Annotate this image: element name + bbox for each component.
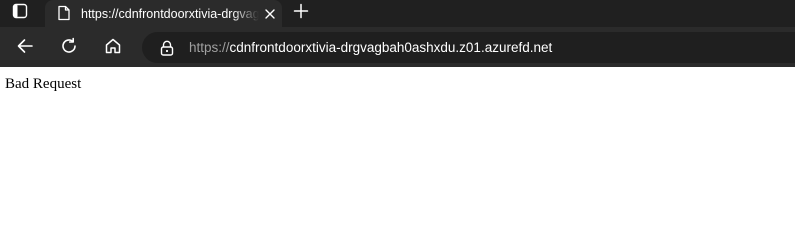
home-icon: [104, 37, 122, 60]
browser-window: https://cdnfrontdoorxtivia-drgvagbah0ash…: [0, 0, 795, 251]
url-host: cdnfrontdoorxtivia-drgvagbah0ashxdu.z01.…: [229, 40, 553, 55]
tab-actions-button[interactable]: [4, 2, 36, 25]
lock-icon[interactable]: [159, 39, 175, 57]
close-icon[interactable]: [261, 5, 279, 23]
back-arrow-icon: [16, 37, 34, 60]
address-bar[interactable]: https://cdnfrontdoorxtivia-drgvagbah0ash…: [142, 32, 795, 63]
url-scheme: https://: [189, 40, 230, 55]
home-button[interactable]: [100, 35, 126, 61]
plus-icon: [293, 3, 309, 24]
reload-icon: [60, 37, 78, 60]
tab-active[interactable]: https://cdnfrontdoorxtivia-drgvagbah0ash…: [45, 0, 282, 27]
page-content: Bad Request: [0, 67, 795, 251]
browser-toolbar: https://cdnfrontdoorxtivia-drgvagbah0ash…: [0, 27, 795, 67]
tab-actions-icon: [12, 3, 28, 24]
tab-strip: https://cdnfrontdoorxtivia-drgvagbah0ash…: [0, 0, 795, 27]
url-text[interactable]: https://cdnfrontdoorxtivia-drgvagbah0ash…: [189, 40, 552, 56]
tab-title: https://cdnfrontdoorxtivia-drgvagbah0ash…: [81, 7, 259, 21]
reload-button[interactable]: [56, 35, 82, 61]
back-button[interactable]: [12, 35, 38, 61]
error-message: Bad Request: [5, 76, 82, 92]
page-icon: [56, 5, 72, 21]
new-tab-button[interactable]: [290, 2, 312, 24]
